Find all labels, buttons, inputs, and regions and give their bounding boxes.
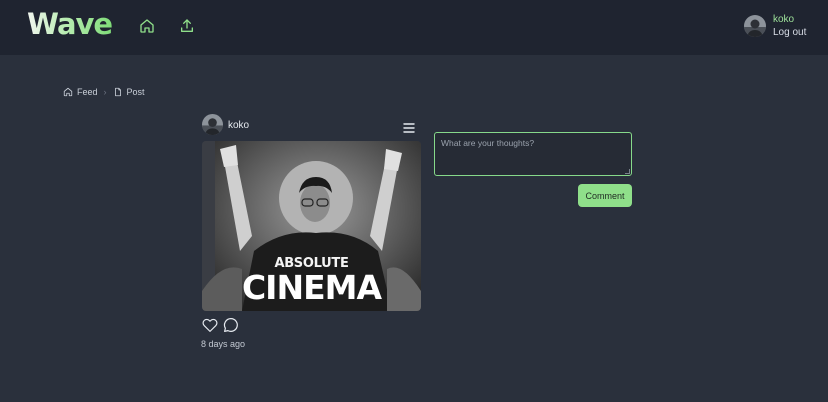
nav-username[interactable]: koko bbox=[773, 14, 794, 25]
breadcrumb-label: Feed bbox=[77, 87, 98, 97]
breadcrumb: Feed › Post bbox=[63, 86, 145, 98]
comment-submit-button[interactable]: Comment bbox=[578, 184, 632, 207]
post-timestamp: 8 days ago bbox=[201, 339, 246, 349]
post-image[interactable]: ABSOLUTE CINEMA bbox=[202, 141, 421, 311]
post-author-avatar[interactable] bbox=[202, 114, 223, 135]
logo[interactable]: Wave bbox=[27, 7, 113, 41]
file-icon bbox=[114, 87, 121, 97]
resize-grip-icon[interactable] bbox=[625, 169, 630, 174]
image-caption-large: CINEMA bbox=[241, 268, 382, 307]
breadcrumb-separator: › bbox=[103, 87, 107, 97]
user-avatar[interactable] bbox=[744, 15, 766, 37]
navbar: Wave koko Log out bbox=[0, 0, 828, 55]
post-header: koko bbox=[202, 114, 420, 136]
breadcrumb-item-post[interactable]: Post bbox=[113, 87, 145, 97]
menu-icon[interactable] bbox=[403, 120, 415, 133]
breadcrumb-item-feed[interactable]: Feed bbox=[63, 87, 98, 97]
post-author-name[interactable]: koko bbox=[228, 120, 249, 131]
breadcrumb-label: Post bbox=[126, 87, 145, 97]
post-actions bbox=[201, 316, 240, 334]
upload-icon[interactable] bbox=[179, 18, 195, 34]
logout-link[interactable]: Log out bbox=[773, 27, 806, 38]
comment-input[interactable] bbox=[434, 132, 632, 176]
comment-icon[interactable] bbox=[222, 316, 240, 334]
like-icon[interactable] bbox=[201, 316, 219, 334]
home-icon bbox=[63, 87, 73, 97]
home-icon[interactable] bbox=[139, 18, 155, 34]
